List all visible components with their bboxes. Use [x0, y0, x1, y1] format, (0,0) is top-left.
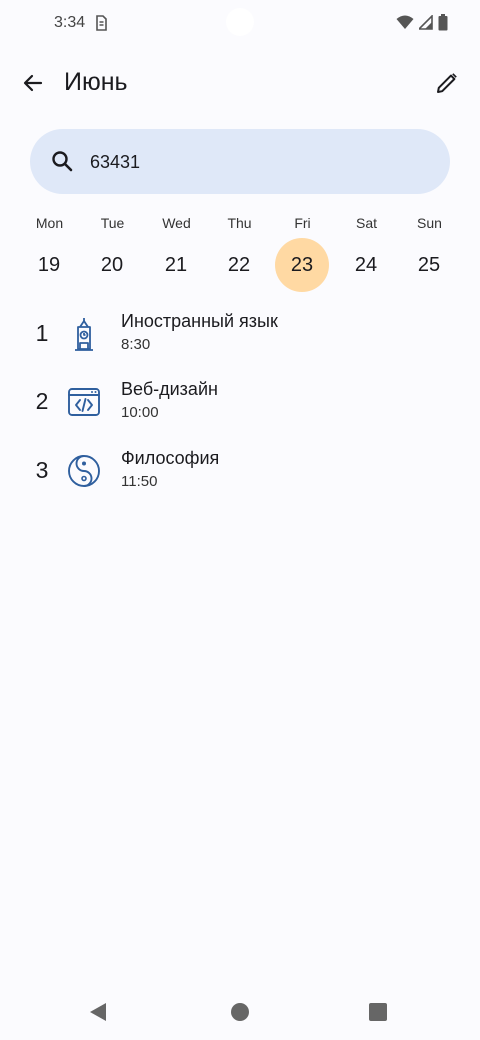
page-title: Июнь — [64, 68, 128, 96]
code-window-icon — [68, 388, 100, 416]
yin-yang-icon — [68, 455, 100, 487]
day-fri-selected[interactable]: Fri 23 — [271, 212, 334, 296]
nav-back-icon[interactable] — [90, 1003, 106, 1021]
day-name: Thu — [227, 215, 252, 231]
nav-home-icon[interactable] — [231, 1003, 249, 1021]
search-input[interactable] — [90, 149, 420, 175]
battery-icon — [438, 14, 448, 31]
day-thu[interactable]: Thu 22 — [208, 212, 271, 296]
big-ben-icon — [75, 318, 93, 351]
day-mon[interactable]: Mon 19 — [18, 212, 81, 296]
lesson-time: 10:00 — [121, 404, 159, 421]
day-name: Fri — [294, 215, 311, 231]
camera-cutout — [226, 8, 254, 36]
system-nav-bar — [0, 984, 480, 1040]
day-number: 25 — [417, 254, 441, 276]
day-wed[interactable]: Wed 21 — [145, 212, 208, 296]
lesson-item[interactable]: 1 Иностранный язык 8:30 — [0, 308, 480, 374]
lesson-name: Веб-дизайн — [121, 379, 218, 399]
day-number: 21 — [164, 254, 188, 276]
day-number: 24 — [354, 254, 378, 276]
day-name: Mon — [35, 215, 64, 231]
day-sat[interactable]: Sat 24 — [335, 212, 398, 296]
cellular-signal-icon — [419, 15, 433, 30]
day-tue[interactable]: Tue 20 — [81, 212, 144, 296]
day-sun[interactable]: Sun 25 — [398, 212, 461, 296]
arrow-back-icon — [23, 74, 43, 92]
lesson-time: 11:50 — [121, 473, 158, 490]
lesson-time: 8:30 — [121, 336, 151, 353]
day-number: 20 — [100, 254, 124, 276]
search-bar[interactable] — [30, 129, 450, 194]
lesson-name: Иностранный язык — [121, 311, 278, 331]
day-number: 19 — [37, 254, 61, 276]
wifi-icon — [396, 15, 414, 29]
week-strip: Mon 19 Tue 20 Wed 21 Thu 22 Fri 23 Sat 2… — [18, 212, 462, 296]
lesson-item[interactable]: 3 Философия 11:50 — [0, 445, 480, 511]
search-icon — [52, 151, 73, 172]
day-name: Sun — [417, 215, 442, 231]
edit-button[interactable] — [430, 66, 464, 100]
app-bar: Июнь — [0, 60, 480, 106]
day-number: 22 — [227, 254, 251, 276]
lesson-index: 2 — [35, 388, 49, 414]
lesson-item[interactable]: 2 Веб-дизайн 10:00 — [0, 376, 480, 442]
nav-recents-icon[interactable] — [369, 1003, 387, 1021]
lesson-name: Философия — [121, 448, 220, 468]
sim-card-icon — [96, 15, 107, 31]
status-icons — [396, 14, 448, 31]
back-button[interactable] — [16, 66, 50, 100]
day-name: Wed — [162, 215, 191, 231]
day-number: 23 — [275, 238, 329, 292]
day-name: Tue — [100, 215, 125, 231]
status-bar: 3:34 — [0, 0, 480, 46]
day-name: Sat — [355, 215, 377, 231]
lesson-index: 3 — [35, 457, 49, 483]
status-time: 3:34 — [54, 14, 86, 31]
screen: 3:34 Июнь 63431 Mon 19 Tue 20 Wed 21 Thu… — [0, 0, 480, 1040]
pencil-icon — [437, 73, 457, 93]
lesson-index: 1 — [35, 320, 49, 346]
